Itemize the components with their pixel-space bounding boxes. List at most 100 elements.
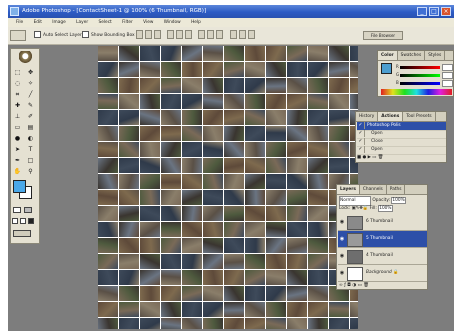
screen-mode-standard-icon[interactable] — [12, 218, 18, 224]
zoom-tool-icon[interactable]: ⚲ — [25, 167, 36, 176]
trash-icon[interactable]: 🗑 — [378, 155, 383, 160]
tab-swatches[interactable]: Swatches — [398, 51, 426, 60]
distribute-bottom-icon[interactable] — [216, 30, 223, 39]
align-right-icon[interactable] — [185, 30, 192, 39]
tab-actions[interactable]: Actions — [378, 112, 404, 121]
distribute-top-icon[interactable] — [198, 30, 205, 39]
bounding-box-option[interactable]: Show Bounding Box — [82, 31, 135, 40]
tab-paths[interactable]: Paths — [387, 185, 406, 194]
clone-stamp-icon[interactable]: ⊥ — [12, 112, 23, 121]
red-slider[interactable]: R — [396, 64, 453, 71]
maximize-button[interactable]: □ — [429, 7, 439, 16]
distribute-left-icon[interactable] — [230, 30, 237, 39]
adjustment-icon[interactable]: ◑ — [352, 283, 356, 288]
healing-brush-icon[interactable]: ✚ — [12, 101, 23, 110]
menu-help[interactable]: Help — [191, 20, 201, 25]
align-bottom-icon[interactable] — [154, 30, 161, 39]
eye-icon[interactable]: ◉ — [338, 214, 346, 230]
close-button[interactable]: × — [441, 7, 451, 16]
magic-wand-icon[interactable]: ✧ — [25, 79, 36, 88]
window-title-bar[interactable]: Adobe Photoshop - [ContactSheet-1 @ 100%… — [8, 5, 454, 18]
minimize-button[interactable]: _ — [417, 7, 427, 16]
document-canvas[interactable] — [98, 46, 358, 329]
feather-icon[interactable] — [19, 51, 33, 64]
opacity-field[interactable]: 100% — [391, 197, 406, 204]
move-tool-icon[interactable] — [10, 30, 26, 41]
slice-tool-icon[interactable]: ╱ — [25, 90, 36, 99]
blue-slider[interactable]: B — [396, 80, 453, 87]
shape-tool-icon[interactable]: □ — [25, 156, 36, 165]
eye-icon[interactable]: ◉ — [338, 265, 346, 281]
screen-mode-full-menu-icon[interactable] — [20, 218, 26, 224]
align-middle-icon[interactable] — [145, 30, 152, 39]
layer-row[interactable]: ◉ 5 Thumbnail — [338, 231, 427, 248]
green-slider[interactable]: G — [396, 72, 453, 79]
distribute-center-icon[interactable] — [239, 30, 246, 39]
check-icon[interactable]: ✓ — [357, 130, 365, 137]
tab-styles[interactable]: Styles — [425, 51, 446, 60]
check-icon[interactable]: ✓ — [357, 146, 365, 153]
lock-icon[interactable]: 🔒 — [363, 206, 368, 211]
jump-to-imageready-icon[interactable] — [13, 230, 31, 237]
layer-row[interactable]: ◉ 6 Thumbnail — [338, 214, 427, 231]
menu-layer[interactable]: Layer — [76, 20, 88, 25]
crop-tool-icon[interactable]: ⌗ — [12, 90, 23, 99]
dodge-tool-icon[interactable]: ◐ — [25, 134, 36, 143]
tab-color[interactable]: Color — [378, 51, 398, 60]
color-ramp[interactable] — [381, 89, 452, 95]
play-icon[interactable]: ▶ — [368, 155, 371, 160]
tab-layers[interactable]: Layers — [337, 185, 360, 194]
auto-select-checkbox[interactable] — [34, 31, 41, 38]
blur-tool-icon[interactable]: ● — [12, 134, 23, 143]
menu-filter[interactable]: Filter — [122, 20, 133, 25]
layer-style-icon[interactable]: ƒ — [344, 283, 346, 288]
tab-tool-presets[interactable]: Tool Presets — [403, 112, 436, 121]
move-tool-icon[interactable]: ✥ — [25, 68, 36, 77]
marquee-tool-icon[interactable]: ⬚ — [12, 68, 23, 77]
hand-tool-icon[interactable]: ✋ — [12, 167, 23, 176]
eye-icon[interactable]: ◉ — [338, 231, 346, 247]
foreground-color-icon[interactable] — [13, 180, 26, 193]
type-tool-icon[interactable]: T — [25, 145, 36, 154]
check-icon[interactable]: ✓ — [357, 138, 365, 145]
eraser-tool-icon[interactable]: ▭ — [12, 123, 23, 132]
screen-mode-full-icon[interactable] — [28, 218, 34, 224]
stop-icon[interactable]: ■ — [357, 155, 361, 160]
menu-window[interactable]: Window — [164, 20, 181, 25]
tab-history[interactable]: History — [356, 112, 379, 121]
gradient-tool-icon[interactable]: ▤ — [25, 123, 36, 132]
menu-image[interactable]: Image — [52, 20, 65, 25]
brush-tool-icon[interactable]: ✎ — [25, 101, 36, 110]
path-select-icon[interactable]: ➤ — [12, 145, 23, 154]
new-action-icon[interactable]: ▭ — [372, 155, 376, 160]
menu-edit[interactable]: Edit — [34, 20, 42, 25]
align-top-icon[interactable] — [136, 30, 143, 39]
check-icon[interactable]: ✓ — [357, 122, 365, 129]
menu-view[interactable]: View — [143, 20, 153, 25]
lasso-tool-icon[interactable]: ◌ — [12, 79, 23, 88]
history-brush-icon[interactable]: ✐ — [25, 112, 36, 121]
record-icon[interactable]: ● — [362, 155, 366, 160]
layer-row[interactable]: ◉ Background 🔒 — [338, 265, 427, 282]
new-layer-icon[interactable]: ▭ — [358, 283, 362, 288]
menu-select[interactable]: Select — [98, 20, 111, 25]
quick-mask-icon[interactable] — [24, 207, 32, 213]
trash-icon[interactable]: 🗑 — [363, 283, 369, 288]
link-icon[interactable]: ∞ — [339, 283, 343, 288]
menu-file[interactable]: File — [16, 20, 23, 25]
pen-tool-icon[interactable]: ✒ — [12, 156, 23, 165]
align-center-icon[interactable] — [176, 30, 183, 39]
bounding-box-checkbox[interactable] — [82, 31, 89, 38]
foreground-color-icon[interactable] — [381, 63, 392, 74]
distribute-right-icon[interactable] — [248, 30, 255, 39]
fill-field[interactable]: 100% — [378, 205, 393, 212]
eye-icon[interactable]: ◉ — [338, 248, 346, 264]
align-left-icon[interactable] — [167, 30, 174, 39]
distribute-middle-icon[interactable] — [207, 30, 214, 39]
tab-channels[interactable]: Channels — [360, 185, 387, 194]
file-browser-tab[interactable]: File Browser — [363, 31, 403, 40]
standard-mode-icon[interactable] — [13, 207, 21, 213]
layer-row[interactable]: ◉ 4 Thumbnail — [338, 248, 427, 265]
auto-select-layer-option[interactable]: Auto Select Layer — [34, 31, 82, 40]
mask-icon[interactable]: ◘ — [347, 283, 351, 288]
